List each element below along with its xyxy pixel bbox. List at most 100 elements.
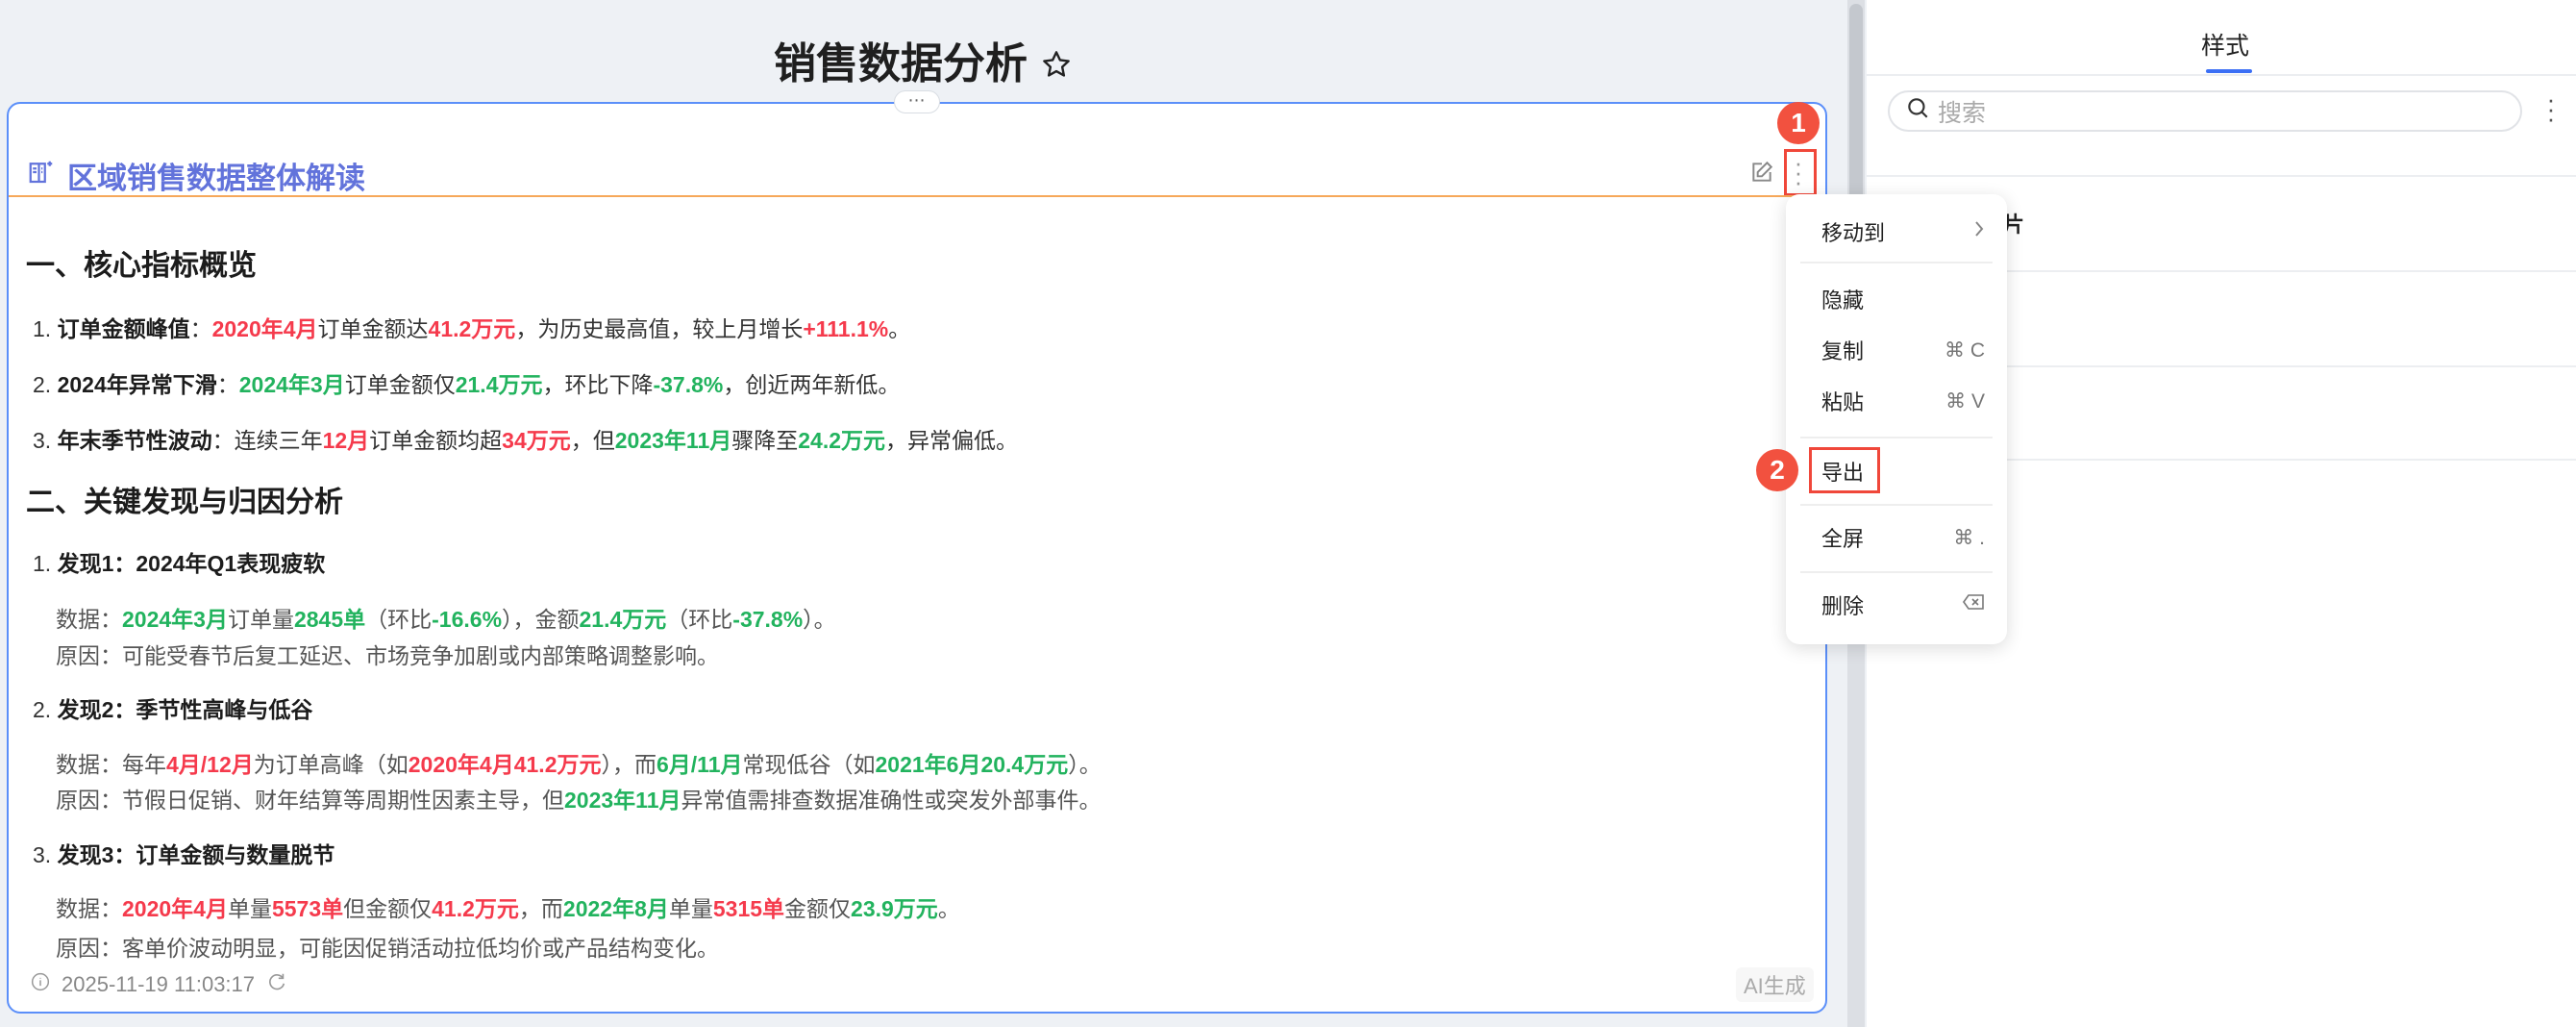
- text: 订单金额仅: [344, 372, 456, 397]
- highlight-green: 2024年3月: [238, 372, 345, 397]
- highlight-green: -37.8%: [732, 607, 804, 632]
- highlight-green: -37.8%: [653, 372, 724, 397]
- edit-icon[interactable]: [1749, 160, 1774, 189]
- highlight-red: 34万元: [502, 428, 571, 453]
- bold-label: 年末季节性波动: [57, 428, 212, 453]
- highlight-green: 23.9万元: [851, 896, 938, 921]
- highlight-red: 2020年4月41.2万元: [408, 752, 602, 777]
- text: ，但: [570, 428, 615, 453]
- list-item: 1. 发现1：2024年Q1表现疲软: [33, 549, 325, 578]
- menu-item-delete[interactable]: 删除: [1821, 589, 1985, 620]
- text: 。: [888, 316, 911, 341]
- highlight-red: 2020年4月: [122, 896, 228, 921]
- text: 数据：: [56, 607, 122, 632]
- text: ，为历史最高值，较上月增长: [515, 316, 804, 341]
- highlight-green: 2845单: [293, 607, 366, 632]
- highlight-green: 21.4万元: [455, 372, 543, 397]
- text: 2.: [33, 697, 58, 722]
- tab-style[interactable]: 样式: [2201, 27, 2249, 62]
- text: 单量: [668, 896, 713, 921]
- text: 2.: [33, 372, 58, 397]
- highlight-red: 5573单: [271, 896, 344, 921]
- text: ，而: [518, 896, 563, 921]
- detail-line: 原因：节假日促销、财年结算等周期性因素主导，但2023年11月异常值需排查数据准…: [56, 786, 1101, 814]
- refresh-icon[interactable]: [266, 971, 287, 998]
- page-title: 销售数据分析: [0, 29, 1845, 90]
- search-icon: [1905, 95, 1930, 127]
- text: ，异常偏低。: [885, 428, 1019, 453]
- text: ）。: [803, 607, 836, 632]
- detail-line: 原因：可能受春节后复工延迟、市场竞争加剧或内部策略调整影响。: [56, 641, 719, 670]
- divider: [1867, 175, 2576, 177]
- menu-item-fullscreen[interactable]: 全屏 ⌘ .: [1821, 522, 1985, 553]
- search-input[interactable]: 搜索: [1888, 90, 2522, 132]
- highlight-green: 2023年11月: [564, 788, 681, 813]
- text: 订单金额均超: [369, 428, 503, 453]
- text: 。: [937, 896, 960, 921]
- highlight-green: -16.6%: [432, 607, 503, 632]
- info-icon[interactable]: [31, 972, 50, 997]
- text: ），而: [601, 752, 657, 777]
- chevron-right-icon: [1973, 219, 1985, 244]
- bold-label: 订单金额峰值: [57, 316, 190, 341]
- text: 但金额仅: [343, 896, 433, 921]
- title-divider: [9, 195, 1825, 197]
- text: 3.: [33, 842, 58, 867]
- menu-separator: [1800, 571, 1993, 573]
- text: 异常值需排查数据准确性或突发外部事件。: [681, 788, 1102, 813]
- detail-line: 数据：2020年4月单量5573单但金额仅41.2万元，而2022年8月单量53…: [56, 894, 960, 923]
- highlight-green: 2024年3月: [122, 607, 228, 632]
- highlight-red: +111.1%: [803, 316, 889, 341]
- text: 数据：每年: [56, 752, 166, 777]
- list-item: 2. 2024年异常下滑：2024年3月订单金额仅21.4万元，环比下降-37.…: [33, 370, 900, 399]
- menu-item-hide[interactable]: 隐藏: [1821, 284, 1985, 314]
- text: 为订单高峰（如: [253, 752, 409, 777]
- highlight-green: 21.4万元: [579, 607, 667, 632]
- text: 常现低谷（如: [742, 752, 876, 777]
- menu-label: 移动到: [1821, 221, 1886, 245]
- list-item: 1. 订单金额峰值：2020年4月订单金额达41.2万元，为历史最高值，较上月增…: [33, 314, 910, 343]
- panel-more-icon[interactable]: · · ·: [2543, 87, 2559, 131]
- card-footer: 2025-11-19 11:03:17: [31, 971, 287, 998]
- text: 3.: [33, 428, 58, 453]
- text: （环比: [666, 607, 733, 632]
- menu-separator: [1800, 262, 1993, 263]
- menu-label: 删除: [1821, 594, 1865, 618]
- step-badge-2: 2: [1756, 449, 1798, 491]
- highlight-green: 2021年6月20.4万元: [875, 752, 1069, 777]
- text: （环比: [365, 607, 433, 632]
- section-heading: 二、关键发现与归因分析: [26, 488, 343, 517]
- card-title: 区域销售数据整体解读: [27, 154, 365, 197]
- divider: [1867, 74, 2576, 76]
- active-tab-indicator: [2206, 69, 2252, 73]
- highlight-green: 2022年8月: [562, 896, 669, 921]
- highlight-box-export: [1809, 447, 1880, 493]
- menu-label: 复制: [1821, 339, 1865, 363]
- text: ：: [216, 372, 239, 397]
- bold-label: 发现2：季节性高峰与低谷: [57, 697, 313, 722]
- detail-line: 数据：2024年3月订单量2845单（环比-16.6%），金额21.4万元（环比…: [56, 605, 836, 634]
- text: 原因：节假日促销、财年结算等周期性因素主导，但: [56, 788, 564, 813]
- drag-handle[interactable]: ⋯: [894, 90, 940, 113]
- bold-label: 发现3：订单金额与数量脱节: [57, 842, 335, 867]
- list-item: 3. 发现3：订单金额与数量脱节: [33, 840, 334, 869]
- step-badge-1: 1: [1777, 102, 1820, 144]
- text: 一、核心指标概览: [26, 250, 257, 282]
- text: ）。: [1068, 752, 1102, 777]
- context-menu: 移动到 隐藏 复制 ⌘ C 粘贴 ⌘ V 导出 全屏 ⌘ . 删除: [1786, 194, 2007, 644]
- highlight-red: 5315单: [712, 896, 785, 921]
- text: 金额仅: [784, 896, 852, 921]
- book-ai-icon: [27, 158, 56, 194]
- star-icon[interactable]: [1041, 42, 1072, 90]
- text: 1.: [33, 316, 58, 341]
- bold-label: 发现1：2024年Q1表现疲软: [57, 551, 326, 576]
- generated-time: 2025-11-19 11:03:17: [62, 972, 256, 996]
- page-title-text: 销售数据分析: [774, 40, 1028, 88]
- highlight-red: 2020年4月: [211, 316, 318, 341]
- text: ：: [189, 316, 212, 341]
- menu-item-move-to[interactable]: 移动到: [1821, 216, 1985, 247]
- menu-item-paste[interactable]: 粘贴 ⌘ V: [1821, 386, 1985, 416]
- menu-separator: [1800, 437, 1993, 438]
- menu-item-copy[interactable]: 复制 ⌘ C: [1821, 335, 1985, 365]
- detail-line: 数据：每年4月/12月为订单高峰（如2020年4月41.2万元），而6月/11月…: [56, 750, 1102, 779]
